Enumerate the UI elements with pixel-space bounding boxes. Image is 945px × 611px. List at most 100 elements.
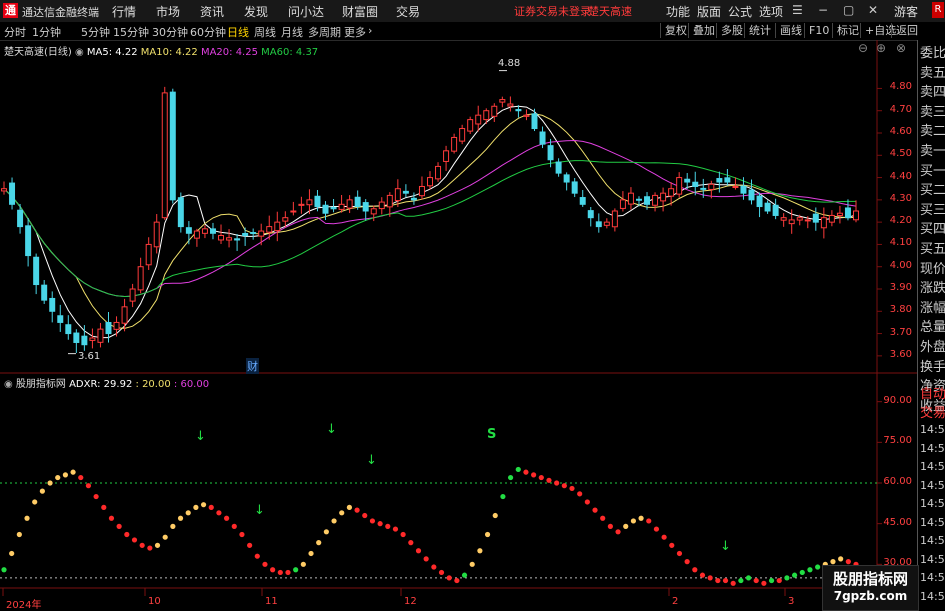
candle-body [65, 324, 72, 335]
candle-body [708, 183, 715, 190]
candle-body [579, 197, 586, 205]
candle-body [218, 235, 225, 241]
window-menu-icon[interactable]: ☰ [792, 3, 803, 17]
side-item-8[interactable]: 买三 [920, 199, 945, 218]
indicator-dot [9, 550, 15, 557]
period-tick[interactable]: 分时 [4, 24, 26, 40]
price-tick-label: 3.90 [889, 282, 912, 293]
minimize-icon[interactable]: − [818, 3, 828, 17]
menu-options[interactable]: 选项 [759, 3, 783, 20]
candle-body [692, 181, 699, 187]
overlay-button[interactable]: 叠加 [688, 23, 719, 38]
candle-body [97, 328, 104, 343]
adjust-button[interactable]: 复权 [660, 23, 691, 38]
indicator-dot [484, 531, 491, 538]
indicator-dot [93, 493, 99, 500]
period-multi[interactable]: 多周期 [308, 24, 341, 40]
mark-button[interactable]: 标记 [832, 23, 863, 38]
period-daily[interactable]: 日线 [227, 24, 249, 40]
side-item-5[interactable]: 卖一 [920, 140, 945, 159]
user-label[interactable]: 游客 [894, 3, 918, 20]
menu-quotes[interactable]: 行情 [112, 3, 136, 20]
period-15min[interactable]: 15分钟 [113, 24, 149, 40]
candle-body [185, 227, 192, 234]
side-tab-1[interactable]: 交易 [920, 402, 945, 421]
menu-trade[interactable]: 交易 [396, 3, 420, 20]
candle-body [306, 199, 313, 206]
menu-layout[interactable]: 版面 [697, 3, 721, 20]
menu-ask[interactable]: 问小达 [288, 3, 324, 20]
indicator-dot [531, 472, 537, 478]
side-item-7[interactable]: 买二 [920, 179, 945, 198]
close-icon[interactable]: ✕ [868, 3, 878, 17]
period-5min[interactable]: 5分钟 [81, 24, 110, 40]
side-item-10[interactable]: 买五 [920, 238, 945, 257]
indicator-dot [615, 529, 621, 535]
side-tab-0[interactable]: 自动 [920, 383, 945, 402]
indicator-dot [316, 540, 322, 546]
maximize-icon[interactable]: ▢ [843, 3, 854, 17]
side-item-9[interactable]: 买四 [920, 218, 945, 237]
indicator-dot [223, 515, 230, 521]
menu-wealth[interactable]: 财富圈 [342, 3, 378, 20]
indicator-dot [431, 564, 437, 570]
low-price-label: 3.61 [78, 351, 101, 362]
side-item-4[interactable]: 卖二 [920, 120, 945, 139]
side-item-0[interactable]: 委比 [920, 42, 945, 61]
side-item-1[interactable]: 卖五 [920, 62, 945, 81]
menu-market[interactable]: 市场 [156, 3, 180, 20]
side-item-6[interactable]: 买一 [920, 160, 945, 179]
side-item-3[interactable]: 卖三 [920, 101, 945, 120]
indicator-dot [592, 507, 598, 513]
side-item-13[interactable]: 涨幅 [920, 297, 945, 316]
ma20-line [3, 139, 857, 298]
side-item-14[interactable]: 总量 [920, 316, 945, 335]
indicator-dot [653, 526, 660, 532]
indicator-dot [646, 518, 652, 524]
period-monthly[interactable]: 月线 [281, 24, 303, 40]
price-tick-label: 4.40 [889, 170, 912, 182]
candle-body [282, 217, 289, 222]
period-60min[interactable]: 60分钟 [190, 24, 226, 40]
period-weekly[interactable]: 周线 [254, 24, 276, 40]
menu-function[interactable]: 功能 [666, 3, 690, 20]
side-item-15[interactable]: 外盘 [920, 336, 945, 355]
f10-button[interactable]: F10 [804, 23, 833, 38]
side-item-16[interactable]: 换手 [920, 356, 945, 375]
chart-area[interactable]: ↓ ↓ ↓ ↓ ↓ [0, 40, 917, 609]
period-30min[interactable]: 30分钟 [152, 24, 188, 40]
menu-discover[interactable]: 发现 [244, 3, 268, 20]
menu-formula[interactable]: 公式 [728, 3, 752, 20]
candle-body [587, 210, 594, 219]
menu-news[interactable]: 资讯 [200, 3, 224, 20]
candle-body [161, 92, 168, 219]
side-item-12[interactable]: 涨跌 [920, 277, 945, 296]
indicator-dot [47, 480, 53, 486]
chevron-right-icon[interactable]: › [368, 24, 372, 37]
indicator-dot [638, 515, 644, 521]
candle-body [756, 195, 763, 208]
login-warning[interactable]: 证券交易未登录 [514, 3, 591, 19]
multi-stock-button[interactable]: 多股 [716, 23, 747, 38]
sub-tick-label: 75.00 [883, 435, 912, 447]
side-item-2[interactable]: 卖四 [920, 81, 945, 100]
candle-body [812, 213, 819, 223]
candle-body [330, 206, 337, 210]
period-toolbar: 分时 1分钟 5分钟 15分钟 30分钟 60分钟 日线 周线 月线 多周期 更… [0, 2, 945, 41]
indicator-dot [569, 485, 575, 492]
candle-body [764, 202, 771, 212]
indicator-dot [177, 515, 184, 521]
down-arrow-icon: ↓ [720, 539, 731, 554]
side-item-11[interactable]: 现价 [920, 258, 945, 277]
indicator-dot [277, 569, 283, 576]
candle-body [467, 119, 474, 132]
side-time-8: 14:56 [920, 571, 945, 584]
period-more[interactable]: 更多 [344, 24, 366, 40]
indicator-dot [62, 472, 69, 478]
indicator-dot [776, 577, 782, 584]
back-button[interactable]: 返回 [891, 23, 922, 38]
finance-event-marker[interactable]: 财 [246, 358, 259, 374]
stats-button[interactable]: 统计 [744, 23, 775, 38]
draw-button[interactable]: 画线 [775, 23, 806, 38]
period-1min[interactable]: 1分钟 [32, 24, 61, 40]
